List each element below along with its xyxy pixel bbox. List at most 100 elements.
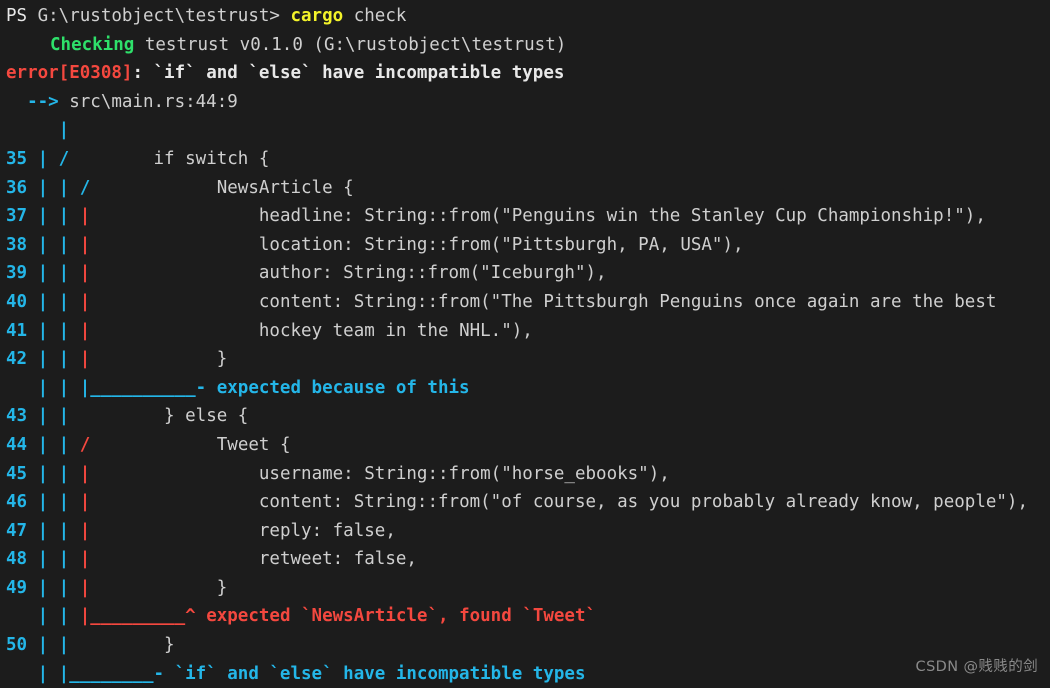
prompt-command: cargo [290, 6, 344, 26]
line-number: 39 [6, 263, 28, 284]
checking-package: testrust v0.1.0 (G:\rustobject\testrust) [134, 34, 567, 55]
line-gutter-red: | [79, 320, 91, 341]
error-header-line: error[E0308]: `if` and `else` have incom… [0, 59, 1050, 88]
line-gutter: | [27, 120, 70, 141]
line-code: headline: String::from("Penguins win the… [90, 206, 986, 227]
line-code: hockey team in the NHL."), [90, 320, 533, 341]
line-gutter-red: | [79, 234, 91, 255]
line-code: reply: false, [90, 520, 396, 541]
location-path: src\main.rs:44:9 [69, 91, 238, 112]
terminal-window: PS G:\rustobject\testrust> cargo check C… [0, 0, 1050, 688]
annotation-incompatible-line: | |________- `if` and `else` have incomp… [0, 660, 1050, 688]
line-number [6, 120, 27, 140]
line-gutter: | / [27, 148, 70, 169]
error-code: error[E0308] [6, 63, 133, 84]
code-block-second: 43 | | } else {44 | | / Tweet {45 | | | … [0, 402, 1050, 602]
line-gutter: | | [27, 234, 80, 255]
line-code: if switch { [69, 148, 270, 169]
line-number: 46 [6, 492, 28, 513]
annotation-incompatible-gutter: | |________- [6, 663, 175, 684]
checking-line: Checking testrust v0.1.0 (G:\rustobject\… [0, 31, 1050, 60]
annotation-expected-gutter: | | |__________- [6, 377, 217, 398]
code-line: 38 | | | location: String::from("Pittsbu… [0, 231, 1050, 260]
line-gutter-red: | [79, 492, 91, 513]
annotation-found-line: | | |_________^ expected `NewsArticle`, … [0, 602, 1050, 631]
line-gutter-red: | [79, 577, 91, 598]
line-number: 36 [6, 177, 28, 198]
code-line: 43 | | } else { [0, 402, 1050, 431]
line-gutter: | | [27, 291, 80, 312]
line-code: content: String::from("of course, as you… [90, 492, 1029, 513]
line-number: 48 [6, 549, 28, 570]
code-line: 46 | | | content: String::from("of cours… [0, 488, 1050, 517]
line-number: 37 [6, 206, 28, 227]
code-line: 48 | | | retweet: false, [0, 545, 1050, 574]
location-arrow: --> [6, 91, 70, 112]
code-line: 41 | | | hockey team in the NHL."), [0, 317, 1050, 346]
line-gutter: | | [27, 577, 80, 598]
line-gutter: | | [27, 463, 80, 484]
prompt-line: PS G:\rustobject\testrust> cargo check [0, 2, 1050, 31]
line-gutter: | | [27, 520, 80, 541]
prompt-ps-label: PS [6, 6, 38, 26]
line-number: 41 [6, 320, 28, 341]
line-gutter-red: | [79, 349, 91, 370]
line-number: 35 [6, 148, 28, 169]
line-code: retweet: false, [90, 549, 417, 570]
error-message: `if` and `else` have incompatible types [153, 63, 565, 84]
code-line: 42 | | | } [0, 345, 1050, 374]
code-line: 45 | | | username: String::from("horse_e… [0, 460, 1050, 489]
annotation-found-gutter-red: |_________^ [79, 606, 207, 627]
line-number: 43 [6, 406, 28, 427]
line-gutter: | | [27, 549, 80, 570]
error-separator: : [132, 63, 154, 84]
code-line: 37 | | | headline: String::from("Penguin… [0, 202, 1050, 231]
line-gutter: | | [27, 263, 80, 284]
line-code: } else { [79, 406, 249, 427]
line-gutter-red: / [79, 434, 91, 455]
line-number: 45 [6, 463, 28, 484]
line-code: author: String::from("Iceburgh"), [90, 263, 607, 284]
checking-status: Checking [50, 34, 135, 55]
line-code: content: String::from("The Pittsburgh Pe… [90, 291, 997, 312]
annotation-expected-label: expected because of this [216, 377, 470, 398]
line-gutter-red: | [79, 463, 91, 484]
code-line: 35 | / if switch { [0, 145, 1050, 174]
line-number: 50 [6, 635, 28, 656]
line-gutter: | | [27, 206, 80, 227]
code-line: 44 | | / Tweet { [0, 431, 1050, 460]
prompt-path: G:\rustobject\testrust> [37, 6, 291, 26]
code-line: | [0, 116, 1050, 145]
code-line: 36 | | / NewsArticle { [0, 174, 1050, 203]
line-number: 38 [6, 234, 28, 255]
annotation-found-label: expected `NewsArticle`, found `Tweet` [206, 606, 597, 627]
line-code: } [90, 577, 228, 598]
line-number: 49 [6, 577, 28, 598]
annotation-incompatible-label: `if` and `else` have incompatible types [174, 663, 586, 684]
line-gutter: | | [27, 406, 80, 427]
line-gutter-red: | [79, 263, 91, 284]
prompt-subcommand: check [343, 6, 407, 26]
line-number: 40 [6, 291, 28, 312]
line-number: 44 [6, 434, 28, 455]
line-code: } [90, 349, 228, 370]
line-code: location: String::from("Pittsburgh, PA, … [90, 234, 744, 255]
line-gutter: | | [27, 320, 80, 341]
code-line: 39 | | | author: String::from("Iceburgh"… [0, 259, 1050, 288]
code-line-50: 50 | | } [0, 631, 1050, 660]
line-gutter: | | [27, 492, 80, 513]
line-gutter-red: | [79, 520, 91, 541]
line-code: Tweet { [90, 434, 291, 455]
line-gutter: | | [27, 434, 80, 455]
line-number: 47 [6, 520, 28, 541]
annotation-found-gutter-cyan: | | [6, 606, 80, 627]
line-gutter-red: | [79, 206, 91, 227]
line-code: username: String::from("horse_ebooks"), [90, 463, 670, 484]
line-gutter-red: | [79, 291, 91, 312]
code-line: 49 | | | } [0, 574, 1050, 603]
line-number: 42 [6, 349, 28, 370]
annotation-expected-line: | | |__________- expected because of thi… [0, 374, 1050, 403]
line-gutter: | | [27, 349, 80, 370]
line-gutter: | | [27, 635, 80, 656]
location-line: --> src\main.rs:44:9 [0, 88, 1050, 117]
